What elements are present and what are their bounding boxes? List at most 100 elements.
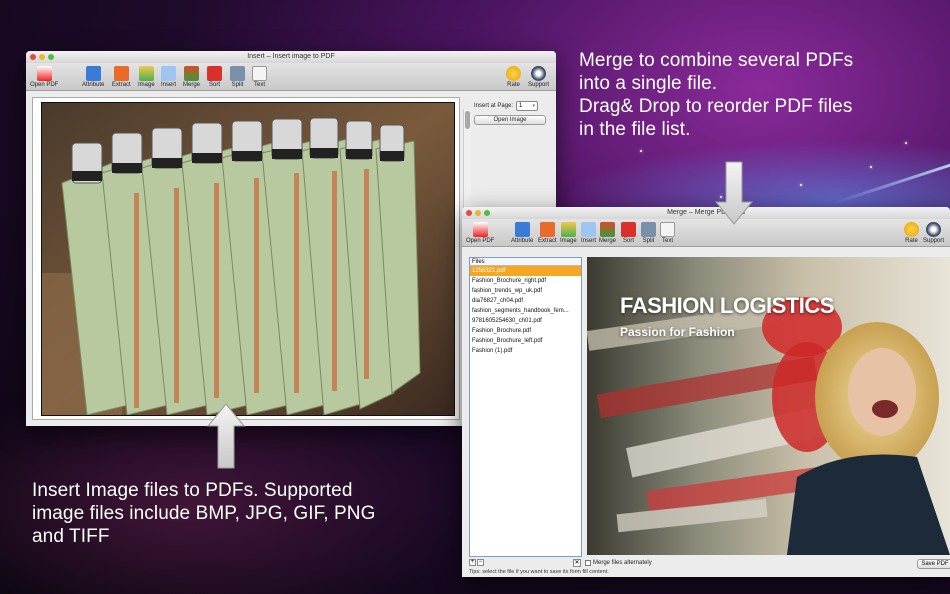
file-list-item[interactable]: Fashion_Brochure_left.pdf	[470, 336, 581, 346]
sort-button[interactable]: Sort	[207, 66, 222, 88]
page-select[interactable]: 1 ▾	[516, 101, 539, 111]
minimize-button[interactable]	[39, 54, 45, 60]
insert-options-panel: Insert at Page: 1 ▾ Open Image	[474, 101, 554, 125]
extract-button[interactable]: Extract	[112, 66, 131, 88]
file-list-item[interactable]: Fashion_Brochure.pdf	[470, 326, 581, 336]
merge-icon	[600, 222, 615, 237]
merge-caption: Merge to combine several PDFs into a sin…	[579, 49, 853, 141]
insert-toolbar: Open PDF Attribute Extract Image Insert …	[26, 63, 556, 91]
text-button[interactable]: Text	[252, 66, 267, 88]
scissors-icon	[230, 66, 245, 81]
toolbar-label: Insert	[581, 238, 597, 244]
toolbar-label: Text	[661, 238, 673, 244]
toolbar-label: Image	[138, 82, 155, 88]
caption-line: Merge to combine several PDFs	[579, 50, 854, 71]
sort-icon	[207, 66, 222, 81]
save-pdf-button[interactable]: Save PDF	[917, 559, 950, 569]
file-list-item[interactable]: 9781605254630_ch01.pdf	[470, 316, 581, 326]
split-button[interactable]: Split	[230, 66, 245, 88]
merge-button[interactable]: Merge	[599, 222, 616, 244]
star	[640, 150, 642, 152]
insert-at-page-label: Insert at Page:	[474, 103, 514, 109]
split-button[interactable]: Split	[641, 222, 656, 244]
toolbar-label: Rate	[905, 238, 918, 244]
file-list-item[interactable]: fashion_segments_handbook_fem...	[470, 306, 581, 316]
open-pdf-button[interactable]: Open PDF	[30, 66, 58, 88]
pdf-icon	[36, 66, 52, 81]
text-button[interactable]: Text	[660, 222, 675, 244]
file-list-item[interactable]: fashion_trends_wp_uk.pdf	[470, 286, 581, 296]
extract-icon	[539, 222, 555, 237]
info-icon	[85, 66, 101, 81]
star	[905, 142, 907, 144]
chevron-down-icon: ▾	[532, 103, 536, 109]
merge-window: Merge – Merge PDF files Open PDF Attribu…	[462, 207, 950, 577]
info-icon	[514, 222, 530, 237]
zoom-button[interactable]	[48, 54, 54, 60]
image-button[interactable]: Image	[138, 66, 155, 88]
remove-file-button[interactable]: −	[477, 559, 484, 566]
clipboard-photo	[42, 103, 454, 415]
caption-line: image files include BMP, JPG, GIF, PNG	[32, 503, 376, 524]
toolbar-label: Support	[923, 238, 945, 244]
pdf-page-view[interactable]	[32, 97, 460, 420]
toolbar-label: Image	[560, 238, 577, 244]
rate-button[interactable]: Rate	[904, 222, 919, 244]
file-list-item[interactable]: dia76827_ch04.pdf	[470, 296, 581, 306]
clear-list-icon[interactable]: ✕	[573, 559, 581, 567]
sort-button[interactable]: Sort	[621, 222, 636, 244]
minimize-button[interactable]	[475, 210, 481, 216]
toolbar-label: Sort	[208, 82, 220, 88]
insert-caption: Insert Image files to PDFs. Supported im…	[32, 479, 375, 548]
insert-icon	[161, 66, 176, 81]
list-buttons: + −	[469, 559, 484, 566]
file-list-item[interactable]: Fashion (1).pdf	[470, 346, 581, 356]
pdf-icon	[472, 222, 488, 237]
star-icon	[904, 222, 919, 237]
close-button[interactable]	[466, 210, 472, 216]
extract-button[interactable]: Extract	[538, 222, 557, 244]
toolbar-label: Sort	[622, 238, 634, 244]
close-button[interactable]	[30, 54, 36, 60]
merge-toolbar: Open PDF Attribute Extract Image Insert …	[462, 219, 950, 247]
open-image-button[interactable]: Open Image	[474, 115, 546, 125]
merge-alternately-option[interactable]: Merge files alternately	[585, 560, 652, 566]
image-button[interactable]: Image	[560, 222, 577, 244]
toolbar-label: Open PDF	[30, 82, 59, 88]
add-file-button[interactable]: +	[469, 559, 476, 566]
text-icon	[660, 222, 675, 237]
file-list-item[interactable]: 1256321.pdf	[470, 266, 581, 276]
toolbar-label: Split	[231, 82, 244, 88]
toolbar-label: Support	[528, 82, 550, 88]
caption-line: into a single file.	[579, 73, 718, 94]
file-list[interactable]: Files 1256321.pdf Fashion_Brochure_right.…	[469, 257, 582, 557]
scroll-thumb[interactable]	[465, 111, 470, 129]
insert-window-titlebar: Insert – Insert image to PDF	[26, 51, 556, 63]
merge-button[interactable]: Merge	[183, 66, 200, 88]
toolbar-label: Attribute	[82, 82, 105, 88]
open-pdf-button[interactable]: Open PDF	[466, 222, 494, 244]
caption-line: Drag& Drop to reorder PDF files	[579, 96, 853, 117]
files-column-header[interactable]: Files	[470, 258, 581, 266]
up-arrow-icon	[206, 403, 246, 469]
file-list-item[interactable]: Fashion_Brochure_right.pdf	[470, 276, 581, 286]
toolbar-label: Merge	[183, 82, 201, 88]
toolbar-label: Attribute	[511, 238, 534, 244]
pdf-preview[interactable]: FASHION LOGISTICS Passion for Fashion	[587, 257, 950, 555]
attribute-button[interactable]: Attribute	[82, 66, 104, 88]
support-button[interactable]: Support	[528, 66, 549, 88]
insert-button[interactable]: Insert	[581, 222, 596, 244]
insert-icon	[581, 222, 596, 237]
rate-button[interactable]: Rate	[506, 66, 521, 88]
support-button[interactable]: Support	[923, 222, 944, 244]
tips-text: Tips: select the file if you want to sav…	[469, 569, 609, 575]
zoom-button[interactable]	[484, 210, 490, 216]
toolbar-label: Rate	[507, 82, 520, 88]
attribute-button[interactable]: Attribute	[511, 222, 533, 244]
text-icon	[252, 66, 267, 81]
page-select-value: 1	[519, 103, 523, 109]
support-icon	[531, 66, 546, 81]
insert-button[interactable]: Insert	[161, 66, 176, 88]
preview-title: FASHION LOGISTICS	[620, 293, 834, 318]
merge-alternately-checkbox[interactable]	[585, 560, 591, 566]
